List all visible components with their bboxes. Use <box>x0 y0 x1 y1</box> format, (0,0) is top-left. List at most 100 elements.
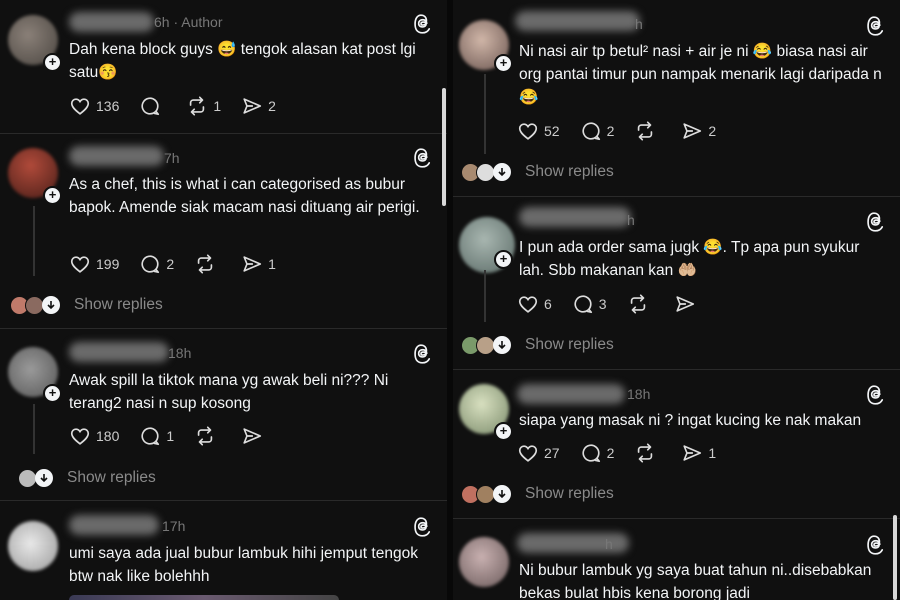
reply-button[interactable]: 2 <box>580 442 614 464</box>
scrollbar[interactable] <box>893 515 897 600</box>
reply-count: 2 <box>606 123 615 139</box>
plus-icon[interactable]: + <box>43 384 62 403</box>
repost-button[interactable]: 1 <box>186 95 221 117</box>
like-button[interactable]: 180 <box>69 425 119 447</box>
share-button[interactable]: 1 <box>681 442 716 464</box>
show-replies-link[interactable]: Show replies <box>74 296 163 314</box>
avatar[interactable] <box>459 537 509 587</box>
plus-icon[interactable]: + <box>43 186 62 205</box>
post-time: h <box>605 536 613 552</box>
like-button[interactable]: 27 <box>517 442 560 464</box>
chevron-down-icon[interactable] <box>493 163 511 181</box>
reply-post: + 18h Awak spill la tiktok mana yg awak … <box>0 329 447 500</box>
chevron-down-icon[interactable] <box>35 469 53 487</box>
repost-button[interactable] <box>194 425 221 447</box>
like-count: 199 <box>96 256 120 272</box>
post-time: h <box>627 212 635 228</box>
share-count: 1 <box>268 256 276 272</box>
action-bar: 52 2 2 <box>517 120 736 142</box>
show-replies-link[interactable]: Show replies <box>525 163 614 181</box>
like-button[interactable]: 199 <box>69 253 119 275</box>
username-blurred[interactable] <box>517 384 625 404</box>
repost-icon <box>627 293 649 315</box>
show-replies-row[interactable]: Show replies <box>461 483 614 505</box>
username-blurred[interactable] <box>69 515 159 535</box>
threads-logo-icon[interactable] <box>413 517 433 537</box>
share-button[interactable] <box>241 425 268 447</box>
username-blurred[interactable] <box>519 207 631 227</box>
show-replies-row[interactable]: Show replies <box>18 467 156 489</box>
comment-icon <box>572 293 594 315</box>
scrollbar[interactable] <box>442 88 446 206</box>
comment-icon <box>139 95 161 117</box>
username-blurred[interactable] <box>515 11 640 31</box>
share-icon <box>241 253 263 275</box>
show-replies-row[interactable]: Show replies <box>461 161 614 183</box>
chevron-down-icon[interactable] <box>493 336 511 354</box>
share-button[interactable] <box>674 293 701 315</box>
chevron-down-icon[interactable] <box>493 485 511 503</box>
like-button[interactable]: 52 <box>517 120 560 142</box>
plus-icon[interactable]: + <box>43 53 62 72</box>
reply-post: + h Ni nasi air tp betul² nasi + air je … <box>453 0 900 196</box>
repost-button[interactable] <box>627 293 654 315</box>
username-blurred[interactable] <box>69 342 169 362</box>
reply-count: 2 <box>166 256 175 272</box>
repost-icon <box>634 120 656 142</box>
avatar[interactable] <box>8 521 58 571</box>
share-button[interactable]: 2 <box>681 120 716 142</box>
repost-button[interactable] <box>634 120 661 142</box>
share-button[interactable]: 2 <box>241 95 276 117</box>
thread-line <box>33 404 35 454</box>
reply-post: 17h umi saya ada jual bubur lambuk hihi … <box>0 501 447 600</box>
action-bar: 6 3 <box>517 293 721 315</box>
threads-logo-icon[interactable] <box>413 14 433 34</box>
like-button[interactable]: 136 <box>69 95 119 117</box>
like-button[interactable]: 6 <box>517 293 552 315</box>
left-column: + 6h · Author Dah kena block guys 😅 teng… <box>0 0 447 600</box>
username-blurred[interactable] <box>69 146 164 166</box>
action-bar: 27 2 1 <box>517 442 736 464</box>
show-replies-link[interactable]: Show replies <box>525 485 614 503</box>
reply-button[interactable]: 1 <box>139 425 174 447</box>
threads-logo-icon[interactable] <box>413 148 433 168</box>
reply-button[interactable] <box>139 95 166 117</box>
chevron-down-icon[interactable] <box>42 296 60 314</box>
comment-icon <box>139 425 161 447</box>
thread-line <box>484 270 486 322</box>
share-icon <box>241 425 263 447</box>
threads-logo-icon[interactable] <box>866 212 886 232</box>
plus-icon[interactable]: + <box>494 54 513 73</box>
show-replies-row[interactable]: Show replies <box>10 294 163 316</box>
action-bar: 136 1 2 <box>69 95 296 117</box>
repost-button[interactable] <box>194 253 221 275</box>
share-button[interactable]: 1 <box>241 253 276 275</box>
like-count: 52 <box>544 123 560 139</box>
attached-image[interactable] <box>69 595 339 600</box>
repost-button[interactable] <box>634 442 661 464</box>
show-replies-row[interactable]: Show replies <box>461 334 614 356</box>
post-text: Dah kena block guys 😅 tengok alasan kat … <box>69 41 416 81</box>
reply-button[interactable]: 2 <box>580 120 615 142</box>
show-replies-link[interactable]: Show replies <box>67 469 156 487</box>
show-replies-link[interactable]: Show replies <box>525 336 614 354</box>
threads-logo-icon[interactable] <box>866 385 886 405</box>
like-count: 27 <box>544 445 560 461</box>
heart-icon <box>517 442 539 464</box>
share-count: 2 <box>708 123 717 139</box>
post-time: 7h <box>164 150 180 166</box>
repost-count: 1 <box>213 98 222 114</box>
username-blurred[interactable] <box>69 12 154 32</box>
share-count: 1 <box>708 445 717 461</box>
threads-logo-icon[interactable] <box>866 535 886 555</box>
post-text: siapa yang masak ni ? ingat kucing ke na… <box>519 412 862 429</box>
plus-icon[interactable]: + <box>494 250 513 269</box>
reply-post: h Ni bubur lambuk yg saya buat tahun ni.… <box>453 519 900 600</box>
threads-logo-icon[interactable] <box>413 344 433 364</box>
threads-logo-icon[interactable] <box>866 16 886 36</box>
reply-button[interactable]: 3 <box>572 293 607 315</box>
plus-icon[interactable]: + <box>494 422 513 441</box>
thread-line <box>484 74 486 154</box>
share-icon <box>674 293 696 315</box>
reply-button[interactable]: 2 <box>139 253 174 275</box>
